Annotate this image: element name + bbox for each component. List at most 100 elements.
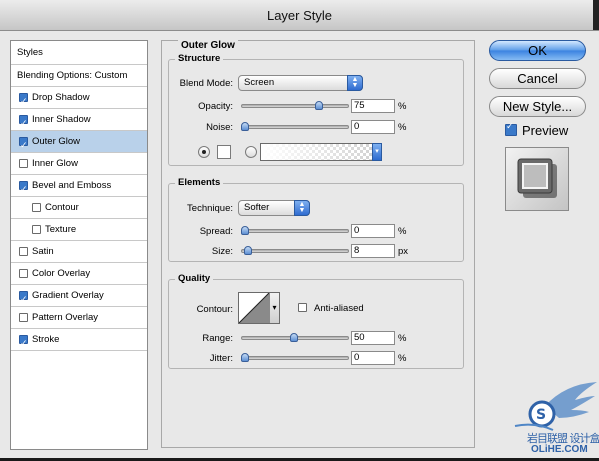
preview-square-icon [517, 158, 557, 198]
styles-header[interactable]: Styles [11, 41, 147, 65]
new-style-button[interactable]: New Style... [489, 96, 586, 117]
glow-color-swatch[interactable] [217, 145, 231, 159]
inner-glow-checkbox[interactable] [19, 159, 28, 168]
elements-title: Elements [175, 177, 224, 188]
antialiased-checkbox[interactable] [298, 303, 307, 312]
jitter-label: Jitter: [209, 353, 233, 364]
title-bar[interactable]: Layer Style [0, 0, 599, 31]
preview-label: Preview [522, 123, 569, 138]
style-item-satin[interactable]: Satin [11, 241, 147, 263]
color-overlay-label: Color Overlay [32, 268, 91, 279]
gradient-picker[interactable]: ▾ [260, 143, 382, 161]
elements-group: Elements Technique: Softer ▲ ▼ Spread: 0 … [168, 177, 464, 262]
spread-slider[interactable] [241, 226, 349, 235]
spread-label: Spread: [199, 226, 233, 237]
contour-label: Contour: [196, 304, 233, 315]
noise-unit: % [398, 122, 407, 133]
style-item-inner-glow[interactable]: Inner Glow [11, 153, 147, 175]
layer-style-dialog: Layer Style Styles Blending Options: Cus… [0, 0, 599, 458]
style-item-inner-shadow[interactable]: Inner Shadow [11, 109, 147, 135]
noise-slider-thumb[interactable] [241, 122, 249, 131]
style-item-outer-glow[interactable]: Outer Glow [11, 131, 147, 157]
style-item-pattern-overlay[interactable]: Pattern Overlay [11, 307, 147, 329]
bevel-and-emboss-label: Bevel and Emboss [32, 180, 112, 191]
antialiased-label: Anti-aliased [314, 303, 364, 314]
svg-text:S: S [536, 407, 546, 423]
pattern-overlay-checkbox[interactable] [19, 313, 28, 322]
bevel-and-emboss-checkbox[interactable] [19, 179, 28, 201]
drop-shadow-checkbox[interactable] [19, 91, 28, 113]
technique-value: Softer [244, 202, 270, 213]
preview-checkbox[interactable] [505, 122, 517, 136]
gradient-overlay-label: Gradient Overlay [32, 290, 104, 301]
size-input[interactable]: 8 [351, 244, 395, 258]
size-unit: px [398, 246, 409, 257]
blend-mode-select[interactable]: Screen ▲ ▼ [238, 75, 363, 91]
noise-label: Noise: [206, 122, 233, 133]
color-overlay-checkbox[interactable] [19, 269, 28, 278]
spread-input[interactable]: 0 [351, 224, 395, 238]
jitter-unit: % [398, 353, 407, 364]
range-slider-thumb[interactable] [290, 333, 298, 342]
noise-slider[interactable] [241, 122, 349, 131]
style-item-drop-shadow[interactable]: Drop Shadow [11, 87, 147, 113]
spread-unit: % [398, 226, 407, 237]
style-item-stroke[interactable]: Stroke [11, 329, 147, 355]
range-input[interactable]: 50 [351, 331, 395, 345]
gradient-overlay-checkbox[interactable] [19, 289, 28, 311]
spread-slider-thumb[interactable] [241, 226, 249, 235]
range-label: Range: [202, 333, 233, 344]
satin-checkbox[interactable] [19, 247, 28, 256]
jitter-slider[interactable] [241, 353, 349, 362]
size-slider[interactable] [241, 246, 349, 255]
gradient-dropdown-icon[interactable]: ▾ [372, 143, 382, 161]
contour-picker[interactable]: ▾ [238, 292, 280, 324]
blend-mode-value: Screen [244, 77, 275, 88]
opacity-slider-thumb[interactable] [314, 101, 323, 110]
style-item-gradient-overlay[interactable]: Gradient Overlay [11, 285, 147, 311]
jitter-input[interactable]: 0 [351, 351, 395, 365]
technique-select[interactable]: Softer ▲ ▼ [238, 200, 310, 216]
contour-label: Contour [45, 202, 79, 213]
outer-glow-checkbox[interactable] [19, 135, 28, 157]
contour-dropdown-icon[interactable]: ▾ [269, 293, 279, 323]
solid-color-radio[interactable] [198, 146, 210, 158]
technique-arrow-icon: ▲ ▼ [294, 200, 310, 216]
ok-button[interactable]: OK [489, 40, 586, 61]
watermark-site: OLiHE.COM [531, 444, 588, 455]
blend-mode-label: Blend Mode: [179, 78, 233, 89]
watermark-logo: S 岩目联盟 设计盒子 OLiHE.COM [505, 378, 599, 458]
style-item-bevel-and-emboss[interactable]: Bevel and Emboss [11, 175, 147, 201]
opacity-input[interactable]: 75 [351, 99, 395, 113]
styles-header-label: Styles [17, 47, 43, 58]
style-item-contour[interactable]: Contour [11, 197, 147, 219]
structure-title: Structure [175, 53, 224, 64]
texture-checkbox[interactable] [32, 225, 41, 234]
pattern-overlay-label: Pattern Overlay [32, 312, 98, 323]
noise-input[interactable]: 0 [351, 120, 395, 134]
blending-options-label: Blending Options: Custom [17, 70, 128, 81]
inner-glow-label: Inner Glow [32, 158, 78, 169]
background-edge [593, 0, 599, 30]
style-item-color-overlay[interactable]: Color Overlay [11, 263, 147, 285]
gradient-radio[interactable] [245, 146, 257, 158]
size-slider-thumb[interactable] [243, 246, 252, 255]
contour-checkbox[interactable] [32, 203, 41, 212]
range-slider[interactable] [241, 333, 349, 342]
style-item-texture[interactable]: Texture [11, 219, 147, 241]
cancel-button[interactable]: Cancel [489, 68, 586, 89]
texture-label: Texture [45, 224, 77, 235]
opacity-slider[interactable] [241, 101, 349, 110]
structure-group: Structure Blend Mode: Screen ▲ ▼ Opacity:… [168, 53, 464, 166]
inner-shadow-checkbox[interactable] [19, 113, 28, 135]
blend-mode-arrow-icon: ▲ ▼ [347, 75, 363, 91]
blending-options-item[interactable]: Blending Options: Custom [11, 65, 147, 87]
technique-label: Technique: [187, 203, 233, 214]
opacity-unit: % [398, 101, 407, 112]
panel-title: Outer Glow [178, 40, 238, 51]
stroke-checkbox[interactable] [19, 333, 28, 355]
jitter-slider-thumb[interactable] [241, 353, 249, 362]
contour-curve-icon [239, 293, 269, 323]
quality-title: Quality [175, 273, 214, 284]
quality-group: Quality Contour: ▾ Anti-aliased Range: 5… [168, 273, 464, 369]
